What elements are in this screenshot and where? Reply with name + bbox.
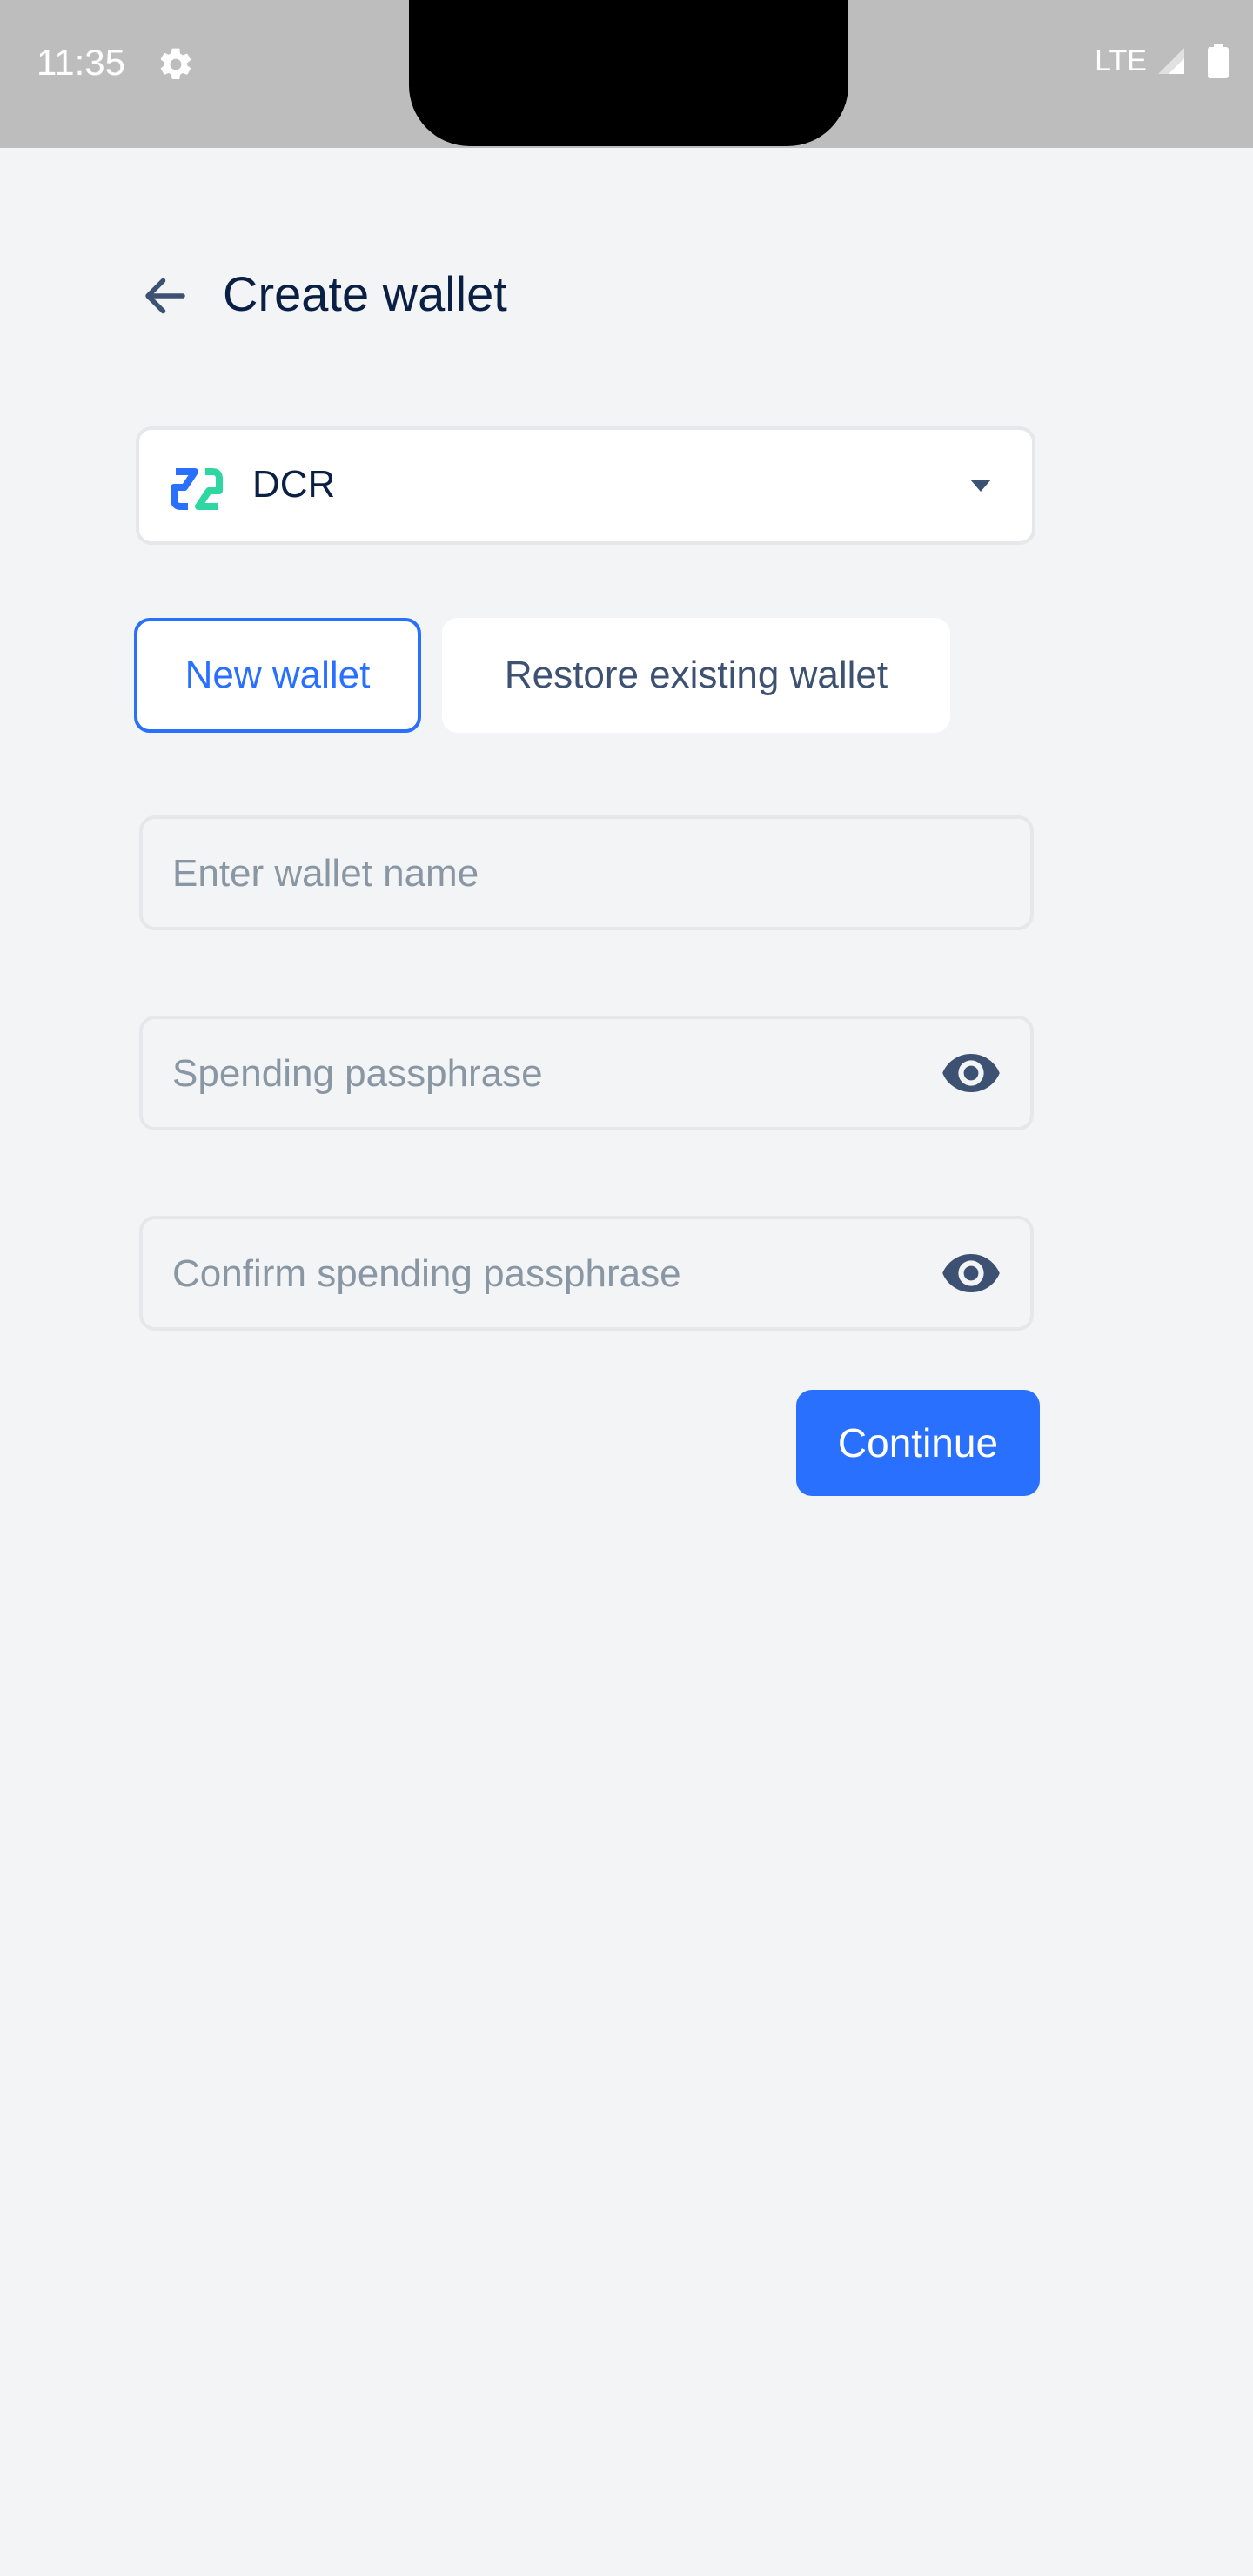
currency-dropdown[interactable]: DCR (136, 426, 1035, 545)
caret-down-icon (970, 480, 991, 492)
tab-restore-existing-wallet[interactable]: Restore existing wallet (442, 618, 950, 733)
gear-icon (160, 48, 191, 80)
network-type: LTE (1095, 44, 1147, 77)
battery-icon (1208, 44, 1229, 78)
dcr-icon (171, 468, 223, 510)
page-title: Create wallet (223, 266, 507, 321)
eye-icon[interactable] (941, 1252, 1001, 1294)
eye-icon[interactable] (941, 1052, 1001, 1094)
confirm-passphrase-input[interactable] (171, 1219, 975, 1329)
status-bar: 11:35 LTE (0, 0, 1253, 148)
spending-passphrase-input[interactable] (171, 1019, 975, 1129)
currency-label: DCR (252, 463, 336, 506)
spending-passphrase-field (139, 1016, 1034, 1130)
camera-notch (409, 0, 848, 146)
wallet-name-field (139, 815, 1034, 930)
status-indicators: LTE (1095, 44, 1229, 78)
create-wallet-screen: 11:35 LTE Create wallet DCR New wallet R… (0, 0, 1253, 2576)
wallet-name-input[interactable] (171, 819, 975, 929)
signal-icon (1158, 48, 1184, 74)
tab-new-wallet[interactable]: New wallet (134, 618, 421, 733)
back-arrow-icon[interactable] (139, 270, 191, 322)
continue-button[interactable]: Continue (796, 1390, 1040, 1496)
status-time: 11:35 (37, 42, 125, 83)
confirm-passphrase-field (139, 1216, 1034, 1331)
